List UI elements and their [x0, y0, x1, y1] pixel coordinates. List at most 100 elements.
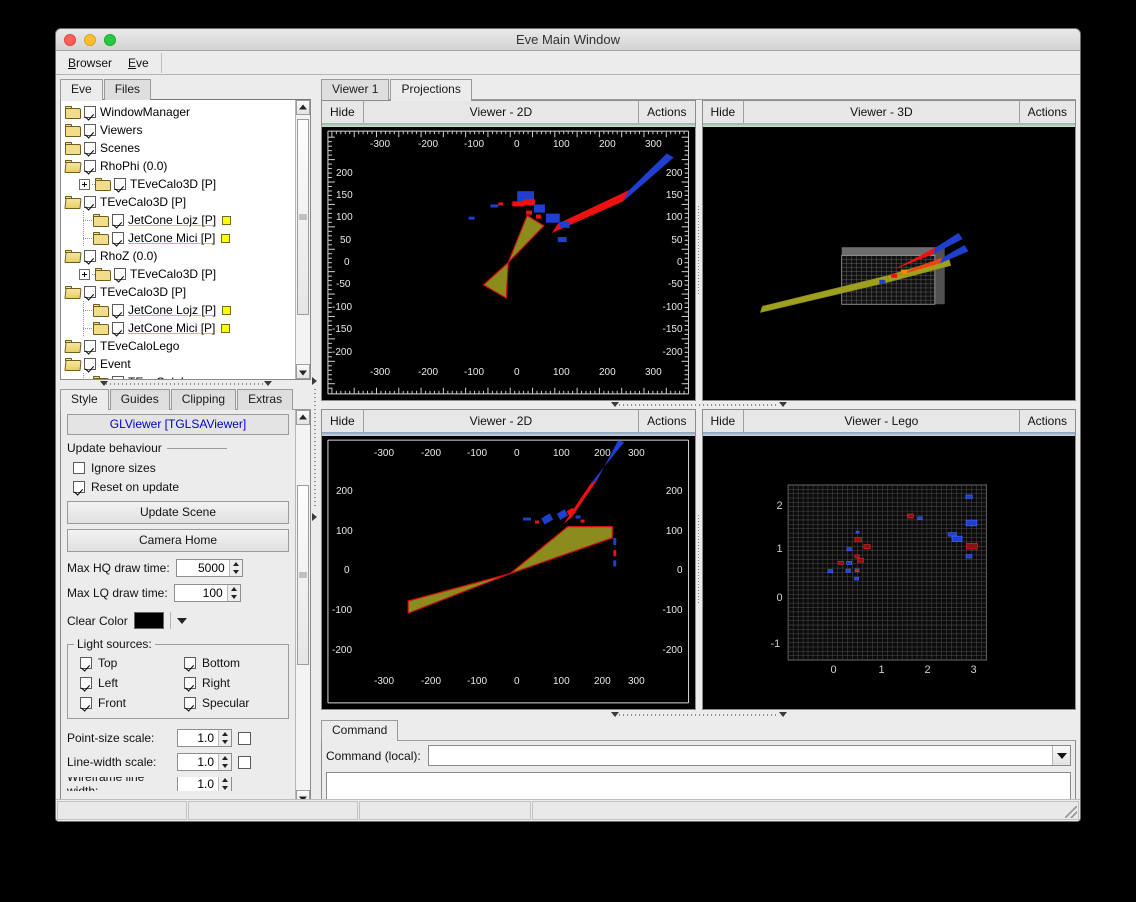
tree-item-checkbox[interactable]: [114, 268, 126, 280]
tree-item-checkbox[interactable]: [112, 376, 124, 379]
viewer-row-bottom-splitter[interactable]: [695, 409, 702, 710]
point-size-scale-checkbox[interactable]: [238, 731, 251, 745]
tree-item-checkbox[interactable]: [84, 358, 96, 370]
color-swatch[interactable]: [222, 215, 232, 225]
tree-item-jetcone-mici-p[interactable]: JetCone Mici [P]: [65, 229, 295, 247]
clear-color-dropdown-icon[interactable]: [176, 617, 187, 624]
viewer-grid-hsplitter[interactable]: [321, 401, 1076, 409]
tree-expander-wrap[interactable]: [79, 178, 95, 190]
tree-vertical-scrollbar[interactable]: [295, 100, 310, 379]
max-hq-draw-time-value[interactable]: 5000: [177, 560, 229, 576]
tree-item-tevecalo3d-p[interactable]: TEveCalo3D [P]: [64, 283, 295, 301]
tree-item-jetcone-lojz-p[interactable]: JetCone Lojz [P]: [65, 211, 295, 229]
tree-item-event[interactable]: Event: [64, 355, 295, 373]
light-bottom-checkbox[interactable]: [184, 656, 196, 669]
wireframe-line-width-stepper[interactable]: 1.0: [177, 777, 232, 791]
line-width-scale-value[interactable]: 1.0: [178, 754, 218, 770]
actions-button[interactable]: Actions: [638, 101, 695, 123]
spin-up-icon[interactable]: [219, 730, 231, 738]
hide-button[interactable]: Hide: [702, 101, 745, 123]
point-size-scale-value[interactable]: 1.0: [178, 730, 218, 746]
tree-item-windowmanager[interactable]: WindowManager: [65, 103, 295, 121]
max-lq-draw-time-value[interactable]: 100: [175, 585, 227, 601]
max-lq-draw-time-stepper[interactable]: 100: [173, 584, 241, 602]
actions-button[interactable]: Actions: [1018, 101, 1075, 123]
spin-down-icon[interactable]: [228, 593, 240, 601]
style-scroll-track[interactable]: [296, 425, 310, 790]
menu-eve[interactable]: Eve: [120, 53, 157, 73]
tree-item-checkbox[interactable]: [112, 322, 124, 334]
point-size-spin-buttons[interactable]: [218, 730, 231, 746]
light-top-checkbox[interactable]: [80, 656, 92, 669]
tree-scroll-thumb[interactable]: [297, 119, 309, 315]
spin-down-icon[interactable]: [219, 762, 231, 770]
tree-item-checkbox[interactable]: [114, 178, 126, 190]
point-size-scale-stepper[interactable]: 1.0: [177, 729, 232, 747]
tree-item-scenes[interactable]: Scenes: [65, 139, 295, 157]
hide-button[interactable]: Hide: [322, 410, 364, 432]
clear-color-swatch[interactable]: [133, 612, 164, 629]
scroll-down-arrow-icon[interactable]: [296, 364, 310, 379]
tree-item-checkbox[interactable]: [84, 124, 96, 136]
spin-up-icon[interactable]: [228, 585, 240, 593]
viewer-row-top-splitter[interactable]: [695, 100, 702, 401]
tree-item-checkbox[interactable]: [84, 196, 96, 208]
rhoz-canvas[interactable]: -300 -200 -100 0 100 200 300 -300 -200 -…: [322, 436, 695, 709]
ignore-sizes-row[interactable]: Ignore sizes: [67, 458, 289, 477]
tree-expander-wrap[interactable]: [79, 268, 95, 280]
tree-scroll-track[interactable]: [296, 115, 310, 364]
close-window-button[interactable]: [64, 34, 76, 46]
object-tree[interactable]: WindowManager Viewers Scenes RhoPhi (0.0) TE…: [60, 99, 311, 380]
light-specular-row[interactable]: Specular: [178, 693, 282, 712]
tree-item-rhophi-0-0[interactable]: RhoPhi (0.0): [64, 157, 295, 175]
tree-item-checkbox[interactable]: [84, 340, 96, 352]
color-swatch[interactable]: [222, 305, 232, 315]
tab-eve[interactable]: Eve: [60, 79, 103, 101]
menu-browser[interactable]: Browser: [60, 53, 120, 73]
reset-on-update-row[interactable]: Reset on update: [67, 477, 289, 496]
light-top-row[interactable]: Top: [74, 653, 178, 672]
spin-down-icon[interactable]: [219, 738, 231, 746]
tab-style[interactable]: Style: [60, 389, 109, 411]
tab-clipping[interactable]: Clipping: [170, 389, 237, 410]
tab-guides[interactable]: Guides: [109, 389, 170, 410]
max-hq-draw-time-stepper[interactable]: 5000: [175, 559, 243, 577]
style-vertical-scrollbar[interactable]: [295, 410, 310, 805]
resize-grip-icon[interactable]: [1065, 806, 1077, 818]
tree-item-tevecalo3d-p[interactable]: TEveCalo3D [P]: [65, 175, 295, 193]
command-combobox[interactable]: [427, 745, 1071, 766]
spin-down-icon[interactable]: [230, 568, 242, 576]
tree-item-checkbox[interactable]: [112, 304, 124, 316]
reset-on-update-checkbox[interactable]: [73, 480, 85, 493]
tab-files[interactable]: Files: [103, 79, 152, 100]
tree-item-viewers[interactable]: Viewers: [65, 121, 295, 139]
tree-item-checkbox[interactable]: [84, 286, 96, 298]
color-swatch[interactable]: [221, 323, 231, 333]
light-bottom-row[interactable]: Bottom: [178, 653, 282, 672]
light-front-row[interactable]: Front: [74, 693, 178, 712]
tree-item-checkbox[interactable]: [84, 160, 96, 172]
tab-command[interactable]: Command: [321, 720, 399, 742]
window-controls[interactable]: [64, 34, 116, 46]
rhophi-canvas[interactable]: -300 -200 -100 0 100 200 300 -300 -200 -…: [322, 127, 695, 400]
tree-item-tevecalolego[interactable]: TEveCaloLego: [64, 337, 295, 355]
tree-item-checkbox[interactable]: [84, 142, 96, 154]
light-specular-checkbox[interactable]: [184, 696, 196, 709]
camera-home-button[interactable]: Camera Home: [67, 529, 289, 552]
tree-item-jetcone-lojz-p[interactable]: JetCone Lojz [P]: [65, 301, 295, 319]
spin-up-icon[interactable]: [230, 560, 242, 568]
actions-button[interactable]: Actions: [638, 410, 695, 432]
main-vertical-splitter[interactable]: [311, 76, 321, 821]
expand-plus-icon[interactable]: [79, 268, 90, 280]
tree-item-checkbox[interactable]: [84, 250, 96, 262]
tree-item-checkbox[interactable]: [112, 214, 124, 226]
update-scene-button[interactable]: Update Scene: [67, 501, 289, 524]
tree-item-jetcone-mici-p[interactable]: JetCone Mici [P]: [65, 319, 295, 337]
hide-button[interactable]: Hide: [702, 410, 745, 432]
left-panel-splitter[interactable]: [60, 380, 311, 389]
tab-viewer-1[interactable]: Viewer 1: [321, 79, 390, 100]
spin-up-icon[interactable]: [219, 777, 231, 784]
minimize-window-button[interactable]: [84, 34, 96, 46]
maximize-window-button[interactable]: [104, 34, 116, 46]
tab-extras[interactable]: Extras: [237, 389, 294, 410]
